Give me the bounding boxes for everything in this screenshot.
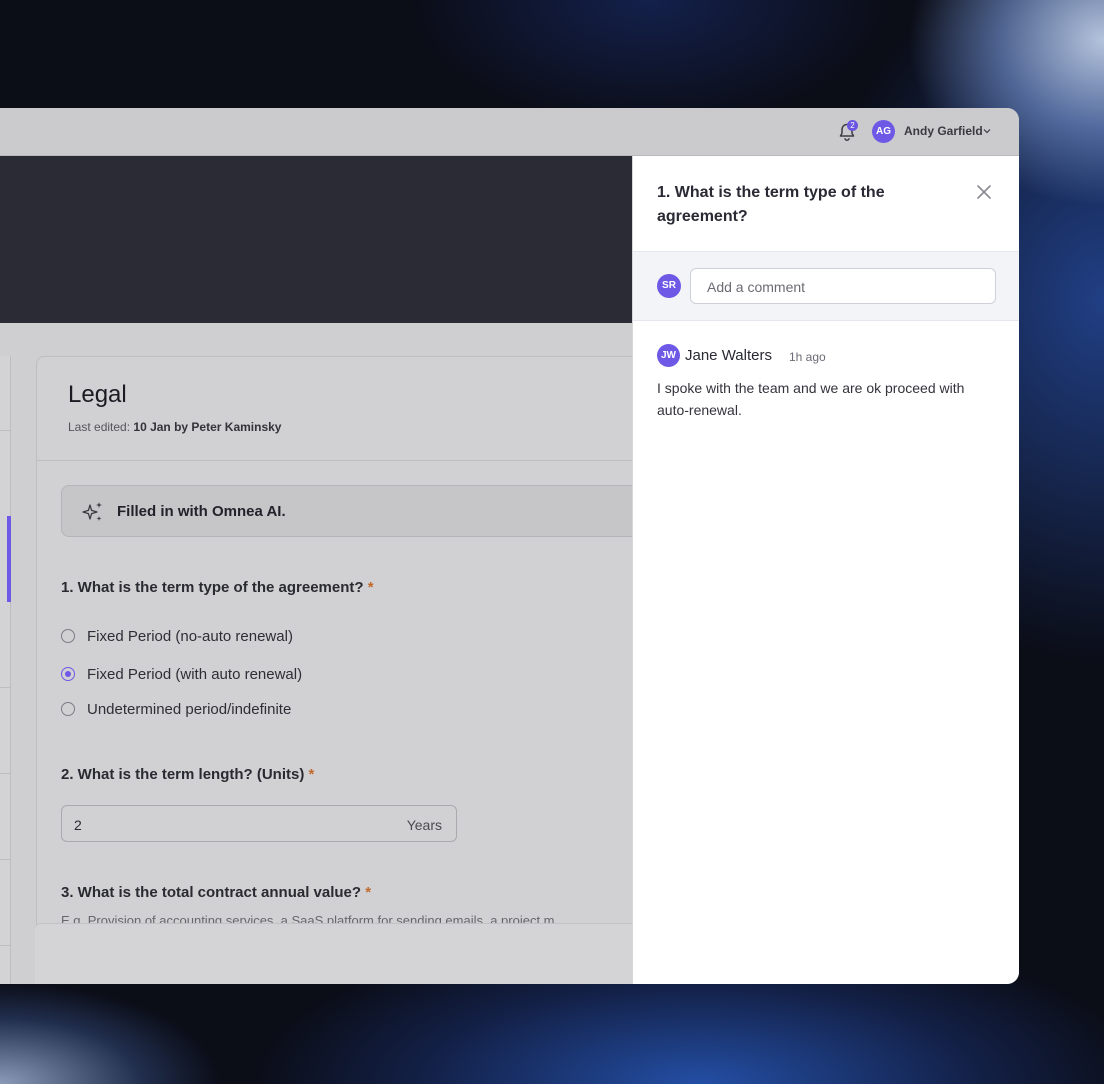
nav-divider [0, 687, 10, 688]
radio-option-auto-renewal[interactable]: Fixed Period (with auto renewal) [61, 663, 302, 685]
ai-banner-text: Filled in with Omnea AI. [117, 503, 286, 520]
nav-active-indicator [7, 516, 11, 602]
term-length-unit: Years [406, 817, 442, 833]
required-marker: * [367, 579, 374, 596]
main-content: Legal Last edited: 10 Jan by Peter Kamin… [0, 323, 683, 984]
radio-button[interactable] [61, 629, 75, 643]
nav-divider [0, 430, 10, 431]
section-nav [0, 356, 11, 984]
last-edited-label: Last edited: [68, 420, 131, 434]
required-marker: * [365, 884, 372, 901]
ai-banner: Filled in with Omnea AI. [61, 485, 683, 537]
nav-divider [0, 945, 10, 946]
nav-divider [0, 859, 10, 860]
radio-label: Fixed Period (with auto renewal) [87, 665, 303, 683]
top-bar: 2 AG Andy Garfield [0, 108, 1019, 156]
comment-placeholder: Add a comment [707, 279, 806, 295]
comments-panel: 1. What is the term type of the agreemen… [632, 156, 1019, 984]
user-name[interactable]: Andy Garfield [904, 124, 983, 138]
current-user-avatar: SR [657, 274, 681, 298]
comment-composer: SR Add a comment [633, 251, 1019, 321]
radio-button-checked[interactable] [61, 667, 75, 681]
required-marker: * [308, 766, 315, 783]
radio-option-no-auto-renewal[interactable]: Fixed Period (no-auto renewal) [61, 625, 293, 647]
user-avatar[interactable]: AG [872, 120, 895, 143]
page-title: Legal [68, 381, 127, 408]
chevron-down-icon[interactable] [982, 126, 992, 136]
panel-title: 1. What is the term type of the agreemen… [657, 184, 885, 225]
term-length-input[interactable]: 2 Years [61, 805, 457, 842]
radio-label: Undetermined period/indefinite [87, 700, 292, 718]
hero-banner [0, 156, 632, 323]
form-card: Legal Last edited: 10 Jan by Peter Kamin… [36, 356, 683, 984]
question-1-text: 1. What is the term type of the agreemen… [61, 579, 364, 596]
last-edited-value: 10 Jan by Peter Kaminsky [133, 420, 282, 434]
term-length-value: 2 [74, 817, 82, 833]
comment-author: Jane Walters [685, 347, 772, 364]
question-3-label: 3. What is the total contract annual val… [61, 884, 371, 901]
comment-author-avatar: JW [657, 344, 680, 367]
card-header: Legal Last edited: 10 Jan by Peter Kamin… [37, 357, 657, 461]
notification-badge: 2 [847, 120, 858, 131]
comment-time: 1h ago [789, 350, 826, 364]
question-2-label: 2. What is the term length? (Units) * [61, 766, 314, 783]
bottom-action-bar [35, 923, 655, 984]
comment-input[interactable]: Add a comment [690, 268, 996, 304]
app-window: 2 AG Andy Garfield Legal Last edited: 10… [0, 108, 1019, 984]
radio-button[interactable] [61, 702, 75, 716]
comment-text: I spoke with the team and we are ok proc… [657, 380, 965, 418]
last-edited: Last edited: 10 Jan by Peter Kaminsky [68, 420, 281, 434]
close-icon[interactable] [975, 183, 993, 201]
question-1-label: 1. What is the term type of the agreemen… [61, 579, 374, 596]
radio-option-indefinite[interactable]: Undetermined period/indefinite [61, 698, 291, 720]
question-2-text: 2. What is the term length? (Units) [61, 766, 305, 783]
radio-label: Fixed Period (no-auto renewal) [87, 627, 293, 645]
nav-divider [0, 773, 10, 774]
sparkles-icon [82, 502, 102, 521]
question-3-text: 3. What is the total contract annual val… [61, 884, 362, 901]
